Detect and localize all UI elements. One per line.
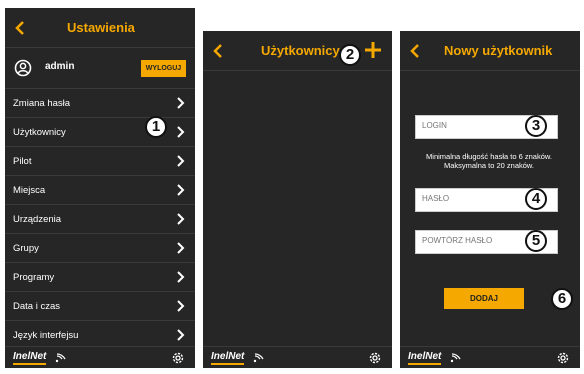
chevron-right-icon: [177, 300, 185, 312]
new-user-screen: Nowy użytkownik Minimalna długość hasła …: [400, 31, 580, 368]
user-row: admin WYLOGUJ: [5, 54, 195, 82]
footer-bar: InelNet: [400, 346, 580, 368]
password-rule-max: Maksymalna to 20 znaków.: [443, 161, 535, 170]
menu-item-label: Miejsca: [13, 185, 46, 196]
chevron-right-icon: [177, 184, 185, 196]
brand-logo: InelNet: [408, 351, 442, 365]
chevron-right-icon: [177, 213, 185, 225]
menu-item-language[interactable]: Język interfejsu: [5, 320, 195, 349]
chevron-right-icon: [177, 155, 185, 167]
menu-item-places[interactable]: Miejsca: [5, 175, 195, 204]
step-badge-1: 1: [145, 116, 167, 138]
step-badge-3: 3: [525, 115, 547, 137]
footer-bar: InelNet: [203, 346, 392, 368]
users-header: Użytkownicy: [203, 31, 392, 71]
gear-icon[interactable]: [368, 351, 382, 365]
wifi-icon: [253, 353, 264, 363]
menu-item-label: Pilot: [13, 156, 32, 167]
chevron-right-icon: [177, 97, 185, 109]
password-rule-min: Minimalna długość hasła to 6 znaków.: [426, 152, 552, 161]
chevron-right-icon: [177, 126, 185, 138]
menu-item-remote[interactable]: Pilot: [5, 146, 195, 175]
page-title: Użytkownicy: [261, 43, 340, 58]
login-input[interactable]: [422, 121, 522, 130]
menu-item-label: Programy: [13, 272, 55, 283]
menu-item-label: Urządzenia: [13, 214, 62, 225]
password-rules-note: Minimalna długość hasła to 6 znaków. Mak…: [414, 152, 564, 170]
repeat-password-input[interactable]: [422, 236, 522, 245]
brand-logo: InelNet: [211, 351, 245, 365]
page-title: Ustawienia: [67, 20, 135, 35]
chevron-right-icon: [177, 271, 185, 283]
gear-icon[interactable]: [171, 351, 185, 365]
brand-logo: InelNet: [13, 351, 47, 365]
settings-header: Ustawienia: [5, 8, 195, 48]
footer-bar: InelNet: [5, 346, 195, 368]
users-screen: Użytkownicy InelNet: [203, 31, 392, 368]
menu-item-label: Data i czas: [13, 301, 60, 312]
logout-button[interactable]: WYLOGUJ: [141, 60, 186, 77]
menu-item-programs[interactable]: Programy: [5, 262, 195, 291]
page-title: Nowy użytkownik: [444, 43, 553, 58]
back-arrow-icon[interactable]: [406, 41, 424, 61]
chevron-right-icon: [177, 242, 185, 254]
menu-item-label: Grupy: [13, 243, 39, 254]
menu-item-label: Użytkownicy: [13, 127, 66, 138]
menu-item-label: Zmiana hasła: [13, 98, 71, 109]
add-user-button[interactable]: DODAJ: [444, 288, 524, 309]
menu-item-date-time[interactable]: Data i czas: [5, 291, 195, 320]
menu-item-devices[interactable]: Urządzenia: [5, 204, 195, 233]
plus-icon[interactable]: [363, 40, 383, 60]
back-arrow-icon[interactable]: [11, 18, 29, 38]
brand-name: InelNet: [211, 351, 245, 365]
brand-name: InelNet: [13, 351, 47, 365]
username: admin: [45, 61, 75, 72]
step-badge-6: 6: [551, 288, 573, 310]
step-badge-4: 4: [525, 188, 547, 210]
password-input[interactable]: [422, 194, 522, 203]
wifi-icon: [450, 353, 461, 363]
step-badge-5: 5: [525, 230, 547, 252]
menu-item-groups[interactable]: Grupy: [5, 233, 195, 262]
wifi-icon: [55, 353, 66, 363]
chevron-right-icon: [177, 329, 185, 341]
back-arrow-icon[interactable]: [209, 41, 227, 61]
user-circle-icon: [14, 59, 32, 77]
menu-item-label: Język interfejsu: [13, 330, 79, 341]
gear-icon[interactable]: [556, 351, 570, 365]
step-badge-2: 2: [339, 44, 361, 66]
new-user-header: Nowy użytkownik: [400, 31, 580, 71]
settings-screen: Ustawienia admin WYLOGUJ Zmiana hasła Uż…: [5, 8, 195, 368]
brand-name: InelNet: [408, 351, 442, 365]
menu-item-change-password[interactable]: Zmiana hasła: [5, 88, 195, 117]
menu-item-users[interactable]: Użytkownicy: [5, 117, 195, 146]
